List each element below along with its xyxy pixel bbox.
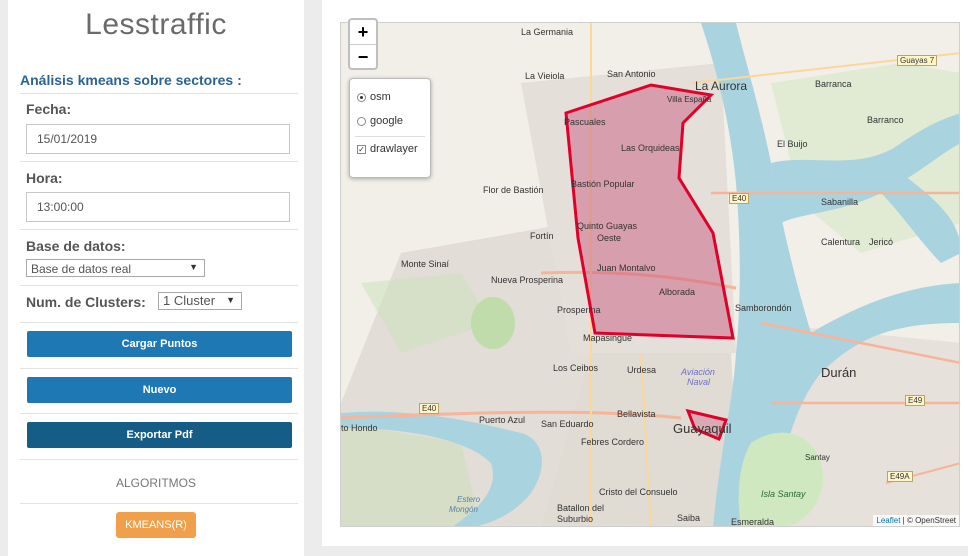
zoom-out-button[interactable]: − (350, 44, 376, 69)
divider (20, 413, 298, 414)
map-attribution: Leaflet | © OpenStreet (873, 515, 959, 526)
map-label: Bastión Popular (571, 179, 635, 189)
map-label: Esmeralda (731, 517, 775, 527)
map-label: Juan Montalvo (597, 263, 656, 273)
hora-label: Hora: (26, 170, 63, 186)
cargar-puntos-button[interactable]: Cargar Puntos (27, 331, 292, 357)
road-shield: E49A (887, 471, 913, 482)
divider (20, 368, 298, 369)
map-label: Barranco (867, 115, 904, 125)
hora-input[interactable]: 13:00:00 (26, 192, 290, 222)
map-label: to Hondo (341, 423, 378, 433)
analysis-subtitle: Análisis kmeans sobre sectores : (20, 72, 242, 88)
road-shield: Guayas 7 (897, 55, 938, 66)
road-shield: E49 (905, 395, 926, 406)
chevron-down-icon: ▼ (226, 295, 235, 305)
map-label: Alborada (659, 287, 696, 297)
map-label: Bellavista (617, 409, 656, 419)
map-label: San Eduardo (541, 419, 594, 429)
map-label: Monte Sinaí (401, 259, 450, 269)
layer-drawlayer[interactable]: ✓ drawlayer (357, 143, 418, 155)
layer-osm[interactable]: osm (357, 91, 391, 103)
map-canvas[interactable] (341, 23, 960, 527)
map-label: Calentura (821, 237, 861, 247)
algoritmos-heading: ALGORITMOS (115, 476, 196, 490)
divider (20, 322, 298, 323)
divider (20, 229, 298, 230)
map-label: Los Ceibos (553, 363, 599, 373)
db-select[interactable]: Base de datos real ▼ (26, 259, 205, 277)
map-label: Aviación (681, 367, 715, 377)
db-select-value: Base de datos real (31, 262, 132, 276)
clusters-select[interactable]: 1 Cluster ▼ (158, 292, 242, 310)
divider (20, 503, 298, 504)
divider (20, 459, 298, 460)
map-label: Isla Santay (761, 489, 806, 499)
map-label: Santay (805, 453, 830, 462)
map-label: Las Orquideas (621, 143, 680, 153)
road-shield: E40 (729, 193, 750, 204)
db-label: Base de datos: (26, 238, 126, 254)
map-label: Villa España (667, 95, 712, 104)
map-label: Jericó (869, 237, 894, 247)
clusters-label: Num. de Clusters: (26, 294, 146, 310)
layer-label: osm (370, 91, 391, 103)
map-label: La Vieiola (525, 71, 565, 81)
road-shield: E40 (419, 403, 440, 414)
layer-label: google (370, 115, 404, 127)
map[interactable]: La Germania San Antonio La Aurora Barran… (340, 22, 960, 527)
layer-label: drawlayer (370, 143, 418, 155)
radio-icon[interactable] (357, 116, 366, 126)
map-label: La Aurora (695, 79, 748, 93)
zoom-control: + − (348, 18, 378, 70)
map-label: El Buijo (777, 139, 808, 149)
chevron-down-icon: ▼ (189, 262, 198, 272)
map-label: Fortín (530, 231, 554, 241)
map-label: Quinto Guayas (577, 221, 638, 231)
map-label: Naval (687, 377, 711, 387)
clusters-select-value: 1 Cluster (163, 293, 216, 308)
nuevo-button[interactable]: Nuevo (27, 377, 292, 403)
map-label: Guayaquil (673, 421, 732, 436)
map-label: Prosperina (557, 305, 601, 315)
map-label: Estero (457, 495, 481, 504)
map-label: Oeste (597, 233, 622, 243)
map-label: Urdesa (627, 365, 657, 375)
map-label: Suburbio (557, 514, 594, 524)
map-label: Batallon del (557, 503, 605, 513)
map-label: Samborondón (735, 303, 792, 313)
map-label: Cristo del Consuelo (599, 487, 678, 497)
map-label: San Antonio (607, 69, 656, 79)
divider (20, 93, 298, 94)
map-label: Nueva Prosperina (491, 275, 564, 285)
checkbox-checked-icon[interactable]: ✓ (357, 144, 366, 154)
divider (20, 285, 298, 286)
exportar-pdf-button[interactable]: Exportar Pdf (27, 422, 292, 448)
layer-google[interactable]: google (357, 115, 403, 127)
divider (20, 161, 298, 162)
leaflet-link[interactable]: Leaflet (876, 516, 900, 525)
map-label: Barranca (815, 79, 852, 89)
map-label: Febres Cordero (581, 437, 645, 447)
zoom-in-button[interactable]: + (350, 20, 376, 44)
radio-checked-icon[interactable] (357, 92, 366, 102)
map-label: Mongón (449, 505, 478, 514)
layers-control: osm google ✓ drawlayer (349, 78, 431, 178)
map-label: Sabanilla (821, 197, 859, 207)
kmeans-button[interactable]: KMEANS(R) (116, 512, 196, 538)
attribution-text: | © OpenStreet (900, 516, 956, 525)
map-label: Durán (821, 365, 857, 380)
map-label: Puerto Azul (479, 415, 526, 425)
map-label: La Germania (521, 27, 574, 37)
map-label: Flor de Bastión (483, 185, 544, 195)
app-title: Lesstraffic (85, 8, 227, 41)
fecha-input[interactable]: 15/01/2019 (26, 124, 290, 154)
divider (355, 136, 425, 137)
sidebar: Lesstraffic Análisis kmeans sobre sector… (8, 0, 304, 556)
map-label: Saiba (677, 513, 701, 523)
fecha-label: Fecha: (26, 101, 72, 117)
map-label: Pascuales (564, 117, 606, 127)
map-label: Mapasingue (583, 333, 633, 343)
